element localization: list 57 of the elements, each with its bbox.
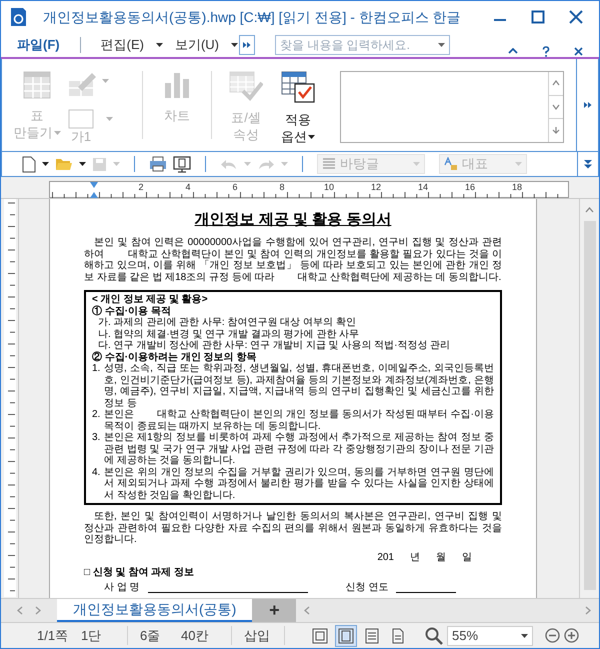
list-item: 다. 연구 개발비 정산에 관한 사무: 연구 개발비 지급 및 사용의 적법·적정성 관리	[97, 340, 452, 352]
document-tab[interactable]: 개인정보활용동의서(공통)	[57, 599, 252, 622]
date-text: 년	[410, 552, 420, 563]
item-number: 2.	[92, 409, 102, 422]
list-item: 본인은 위의 개인 정보의 수집을 거부할 권리가 있으며, 동의를 거부하면 연구원 명단에서 제외되거나 과제 수행 과정에서 불리한 평가를 받을 수 있다는 사실을 인지한 상태에서 작성한 것임을 확인합니다.	[104, 466, 494, 501]
list-item: 가. 과제의 관리에 관한 사무: 참여연구원 대상 여부의 확인	[97, 317, 357, 328]
ruler-number: 16	[465, 182, 475, 192]
status-text: 1/1쪽	[36, 626, 70, 645]
menu-item[interactable]: 편집(E)	[92, 35, 152, 55]
ruler-number: 12	[371, 182, 381, 192]
ribbon-label: 속성	[233, 126, 259, 143]
ribbon-label: 만들기	[14, 124, 52, 141]
search-field[interactable]: 찾을 내용을 입력하세요.	[275, 35, 450, 55]
section-heading: ① 수집·이용 목적	[92, 306, 172, 317]
ruler-number: 4	[186, 182, 190, 192]
date-text: 201	[377, 552, 394, 563]
box-heading: < 개인 정보 제공 및 활용>	[92, 294, 209, 306]
item-number: 4.	[92, 466, 102, 480]
style-value: 바탕글	[340, 155, 380, 174]
style-value: 대표	[462, 155, 489, 174]
ruler-number: 14	[418, 182, 428, 192]
field-label: 신청 연도	[346, 582, 388, 593]
ruler-number: 2	[138, 182, 144, 192]
ribbon-label: 적용	[285, 111, 311, 128]
new-tab-button[interactable]: +	[252, 599, 296, 622]
document-title: 개인정보 제공 및 활용 동의서	[194, 211, 392, 229]
closing-paragraph: 또한, 본인 및 참여인력이 서명하거나 날인한 동의서의 복사본은 연구관리, 연구비 집행 및 정산과 관련하여 필요한 다양한 자료 수집의 편의를 위해서 원본과 동일하게 유효하다는 것을 인정합니다.	[84, 511, 502, 546]
status-text: 40칸	[181, 626, 210, 645]
ruler-number: 8	[280, 182, 284, 192]
intro-paragraph: 본인 및 참여 인력은 00000000사업을 수행함에 있어 연구관리, 연구비 집행 및 정산과 관련하여 대학교 산학협력단이 본인 및 참여 인력의 개인정보를 활용할 필요가 있다는 것을 이해하고 있으며, 이를 위해 「개인 정보 보호법」 등에 따라 보호되고 있는 본인에 관한 개인 정보 자료를 같은 법 제18조의 규정 등에 따라 대학교 산학협력단에 제공하는 데 동의합니다.	[84, 237, 502, 283]
ribbon-label: 가1	[70, 129, 92, 144]
section-heading: □ 신청 및 참여 과제 정보	[84, 567, 195, 578]
ruler-number: 6	[232, 182, 238, 192]
menu-item[interactable]: 보기(U)	[166, 35, 227, 55]
ribbon-label: 차트	[164, 107, 190, 124]
list-item: 나. 협약의 체결·변경 및 연구 개발 결과의 평가에 관한 사무	[97, 328, 360, 340]
ribbon-label: 표/셀	[231, 109, 261, 126]
ruler-number: 10	[324, 182, 334, 192]
list-item: 본인은 대학교 산학협력단이 본인의 개인 정보를 동의서가 작성된 때부터 수집·이용 목적이 종료되는 때까지 보유하는 데 동의합니다.	[104, 409, 494, 432]
ribbon-label: 옵션	[281, 128, 307, 145]
ruler-number: 18	[512, 182, 522, 192]
window-title: 개인정보활용동의서(공통).hwp [C:₩] [읽기 전용] - 한컴오피스 한글	[43, 8, 461, 27]
status-text: 삽입	[231, 626, 285, 646]
date-text: 일	[462, 552, 472, 563]
list-item: 성명, 소속, 직급 또는 학위과정, 생년월일, 성별, 휴대폰번호, 이메일주소, 외국인등록번호, 인건비기준단가(급여정보 등), 과제참여율 등의 기본정보와 계좌정보(계좌번호, 은행명, 예금주), 연구비 지급일, 지급액, 지급내역 등의 연구비 집행확인 및 세금신고를 위한 정보 등	[104, 363, 494, 409]
section-heading: ② 수집·이용하려는 개인 정보의 항목	[92, 352, 258, 363]
file-menu[interactable]: 파일(F)	[9, 35, 68, 55]
item-number: 3.	[92, 432, 102, 445]
item-number: 1.	[92, 363, 102, 376]
field-label: 사 업 명	[104, 582, 140, 593]
zoom-value: 55%	[452, 626, 480, 645]
ribbon-label: 표	[30, 107, 44, 124]
list-item: 본인은 제1항의 정보를 비롯하여 과제 수행 과정에서 추가적으로 제공하는 참여 정보 중 관련 법령 및 국가 연구 개발 사업 관련 규정에 따라 각 중앙행정기관의 장이나 전문 기관에 제공하는 것을 동의합니다.	[104, 432, 494, 466]
status-text: 1단	[81, 626, 102, 645]
date-text: 월	[436, 552, 446, 563]
status-text: 6줄	[127, 626, 181, 646]
zoom-dropdown[interactable]: 55%	[447, 626, 533, 646]
